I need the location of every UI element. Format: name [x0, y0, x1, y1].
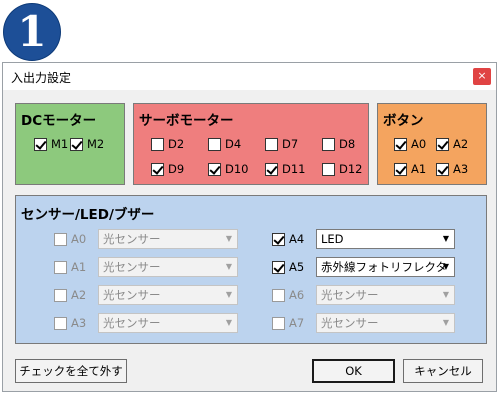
sensor-a7-type-select[interactable]: 光センサー ▼ [316, 313, 455, 333]
sensor-a1-checkbox[interactable] [54, 261, 67, 274]
sensor-a6-checkbox[interactable] [272, 289, 285, 302]
sensor-a0-checkbox[interactable] [54, 233, 67, 246]
window-title: 入出力設定 [11, 71, 72, 85]
dc-m2-label: M2 [87, 137, 105, 151]
step-number-badge: 1 [4, 4, 60, 60]
servo-d8-checkbox[interactable] [322, 138, 335, 151]
sensor-a3-type-select[interactable]: 光センサー ▼ [98, 313, 238, 333]
servo-d12-label: D12 [339, 162, 363, 176]
servo-d8-label: D8 [339, 137, 356, 151]
sensor-a6-type-value: 光センサー [321, 288, 379, 302]
sensor-a5-type-select[interactable]: 赤外線フォトリフレクタ ▼ [316, 257, 455, 277]
sensor-a7-label: A7 [289, 316, 305, 330]
servo-d10-checkbox[interactable] [208, 163, 221, 176]
chevron-down-icon: ▼ [442, 262, 449, 271]
ok-button[interactable]: OK [312, 359, 395, 383]
chevron-down-icon: ▼ [225, 262, 232, 271]
servo-d12-checkbox[interactable] [322, 163, 335, 176]
button-a0-checkbox[interactable] [394, 138, 407, 151]
servo-d4-checkbox[interactable] [208, 138, 221, 151]
dc-m1-checkbox[interactable] [34, 138, 47, 151]
button-a3-checkbox[interactable] [436, 163, 449, 176]
sensor-a3-checkbox[interactable] [54, 317, 67, 330]
sensor-led-buzzer-panel: センサー/LED/ブザー A0 光センサー ▼ A1 光センサー ▼ A2 光センサー ▼ A3 光… [15, 195, 487, 344]
servo-d11-checkbox[interactable] [265, 163, 278, 176]
sensor-a4-type-value: LED [321, 232, 344, 246]
button-a1-label: A1 [411, 162, 427, 176]
sensor-a3-type-value: 光センサー [103, 316, 161, 330]
chevron-down-icon: ▼ [442, 290, 449, 299]
servo-d7-checkbox[interactable] [265, 138, 278, 151]
servo-d4-label: D4 [225, 137, 242, 151]
button-panel: ボタン A0 A2 A1 A3 [377, 103, 487, 185]
sensor-a1-type-select[interactable]: 光センサー ▼ [98, 257, 238, 277]
chevron-down-icon: ▼ [225, 318, 232, 327]
chevron-down-icon: ▼ [442, 234, 449, 243]
title-bar[interactable]: 入出力設定 × [3, 63, 496, 90]
button-a2-label: A2 [453, 137, 469, 151]
sensor-a1-type-value: 光センサー [103, 260, 161, 274]
sensor-a0-label: A0 [71, 232, 87, 246]
sensor-a6-type-select[interactable]: 光センサー ▼ [316, 285, 455, 305]
sensor-a4-checkbox[interactable] [272, 233, 285, 246]
sensor-a5-label: A5 [289, 260, 305, 274]
button-panel-title: ボタン [383, 113, 424, 129]
sensor-a6-label: A6 [289, 288, 305, 302]
servo-d11-label: D11 [282, 162, 306, 176]
dc-motor-panel: DCモーター M1 M2 [15, 103, 125, 185]
uncheck-all-button[interactable]: チェックを全て外す [15, 359, 127, 383]
servo-motor-title: サーボモーター [139, 113, 234, 129]
dc-m1-label: M1 [51, 137, 69, 151]
servo-d2-checkbox[interactable] [151, 138, 164, 151]
close-button[interactable]: × [473, 68, 491, 85]
sensor-a2-type-value: 光センサー [103, 288, 161, 302]
sensor-a4-type-select[interactable]: LED ▼ [316, 229, 455, 249]
sensor-a0-type-select[interactable]: 光センサー ▼ [98, 229, 238, 249]
cancel-button[interactable]: キャンセル [403, 359, 483, 383]
chevron-down-icon: ▼ [442, 318, 449, 327]
button-a1-checkbox[interactable] [394, 163, 407, 176]
servo-d2-label: D2 [168, 137, 185, 151]
button-a0-label: A0 [411, 137, 427, 151]
sensor-a2-checkbox[interactable] [54, 289, 67, 302]
sensor-a7-type-value: 光センサー [321, 316, 379, 330]
dc-motor-title: DCモーター [21, 113, 97, 129]
dc-m2-checkbox[interactable] [70, 138, 83, 151]
chevron-down-icon: ▼ [225, 234, 232, 243]
sensor-a5-type-value: 赤外線フォトリフレクタ [321, 260, 448, 274]
sensor-a5-checkbox[interactable] [272, 261, 285, 274]
sensor-a2-type-select[interactable]: 光センサー ▼ [98, 285, 238, 305]
io-settings-dialog: 入出力設定 × DCモーター M1 M2 サーボモーター D2 D4 D7 D8 D9 D1… [2, 62, 497, 392]
servo-d9-label: D9 [168, 162, 185, 176]
sensor-a3-label: A3 [71, 316, 87, 330]
servo-motor-panel: サーボモーター D2 D4 D7 D8 D9 D10 D11 D12 [133, 103, 369, 185]
button-a3-label: A3 [453, 162, 469, 176]
chevron-down-icon: ▼ [225, 290, 232, 299]
servo-d9-checkbox[interactable] [151, 163, 164, 176]
servo-d10-label: D10 [225, 162, 249, 176]
sensor-a7-checkbox[interactable] [272, 317, 285, 330]
servo-d7-label: D7 [282, 137, 299, 151]
sensor-a1-label: A1 [71, 260, 87, 274]
button-a2-checkbox[interactable] [436, 138, 449, 151]
sensor-a4-label: A4 [289, 232, 305, 246]
sensor-panel-title: センサー/LED/ブザー [21, 207, 155, 223]
sensor-a0-type-value: 光センサー [103, 232, 161, 246]
sensor-a2-label: A2 [71, 288, 87, 302]
